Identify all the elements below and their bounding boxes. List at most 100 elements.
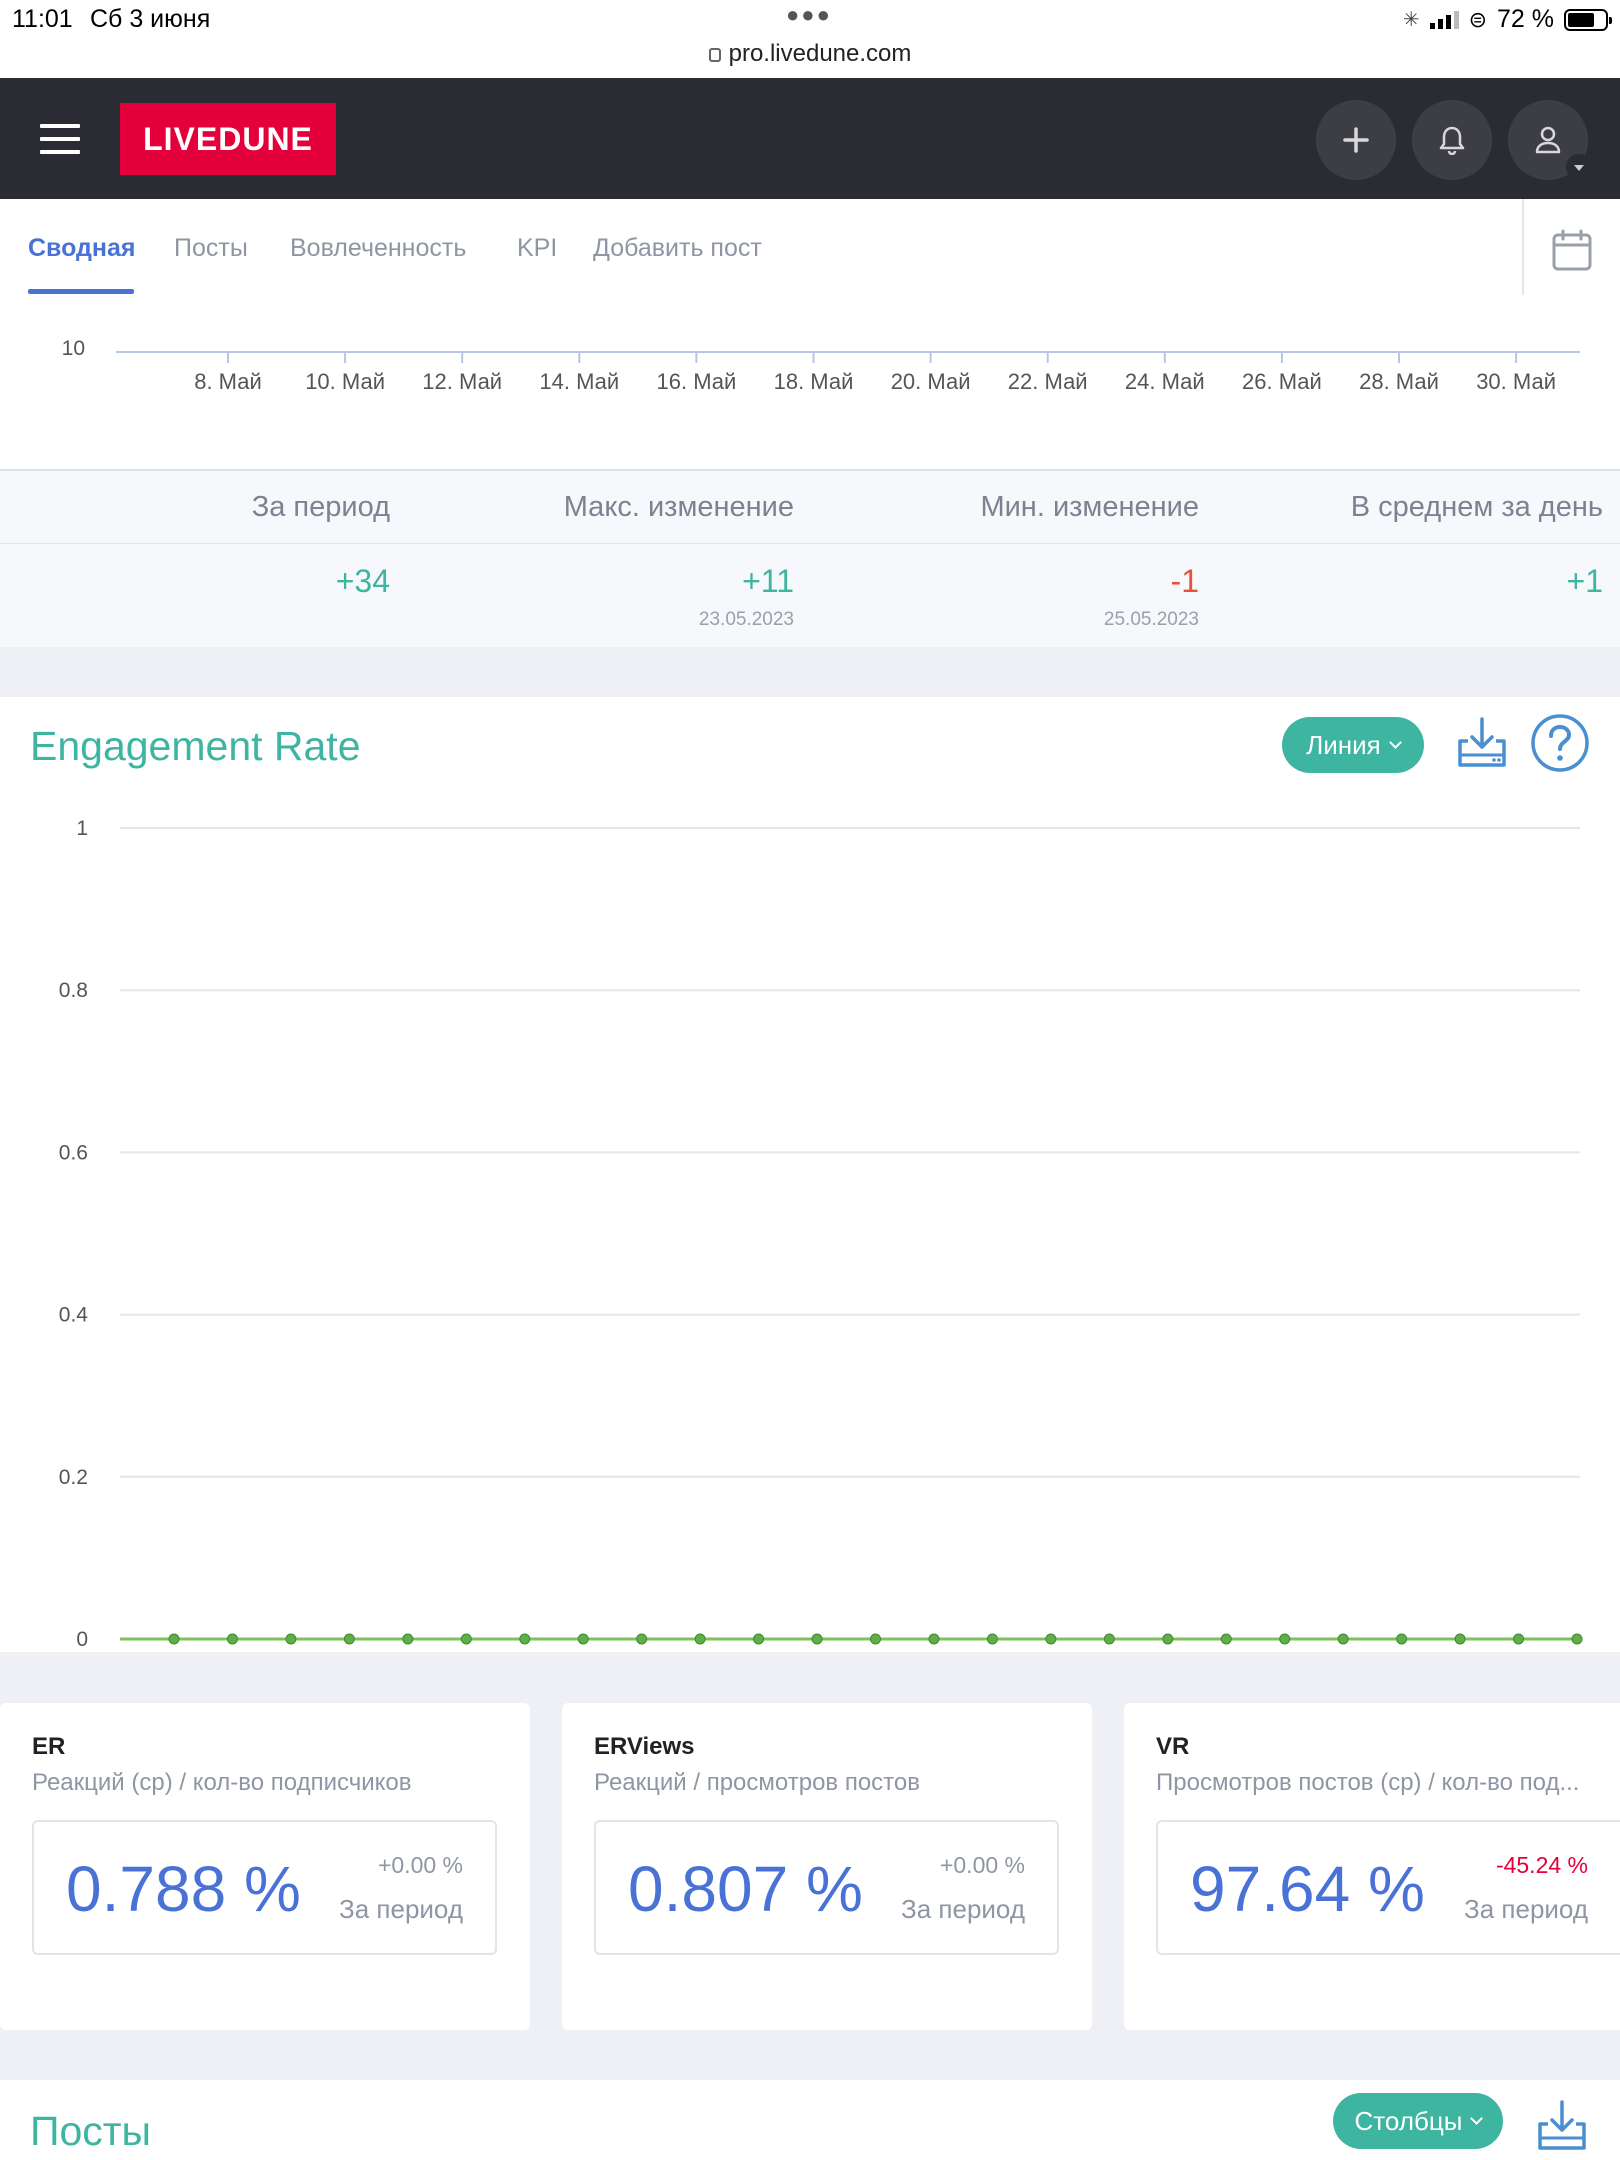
tab-posts[interactable]: Посты [174,234,248,263]
summary-header-max: Макс. изменение [563,491,794,523]
download-icon[interactable] [1454,715,1510,771]
tab-add-post[interactable]: Добавить пост [593,234,762,263]
data-point [636,1633,648,1645]
x-tick-label: 26. Май [1242,369,1322,394]
add-button[interactable] [1316,100,1396,180]
metric-change: +0.00 % [939,1852,1025,1878]
metric-subtitle: Реакций (ср) / кол-во подписчиков [32,1769,412,1796]
lock-icon [708,48,721,62]
chart-type-dropdown[interactable]: Линия [1282,717,1424,773]
summary-value-period: +34 [335,563,390,599]
chevron-down-icon[interactable] [1566,154,1592,180]
status-time: 11:01 [12,5,73,33]
metric-value-box: 0.788 % +0.00 % За период [32,1820,497,1955]
data-point [986,1633,998,1645]
metric-value: 0.788 % [66,1853,301,1925]
battery-icon [1564,8,1612,31]
x-tick-label: 24. Май [1125,369,1205,394]
chevron-down-icon [1470,2111,1484,2125]
metric-card-er: ER Реакций (ср) / кол-во подписчиков 0.7… [0,1703,530,2030]
data-point [1571,1633,1583,1645]
notifications-button[interactable] [1412,100,1492,180]
x-tick-label: 14. Май [539,369,619,394]
data-point [811,1633,823,1645]
app-header: LIVEDUNE [0,78,1620,199]
chart-type-label: Линия [1306,729,1381,760]
metric-title: VR [1156,1733,1190,1760]
metric-title: ERViews [594,1733,695,1760]
metric-change: -45.24 % [1495,1852,1588,1878]
data-point [1045,1633,1057,1645]
y-tick-label: 0.2 [59,1466,88,1489]
data-point [1396,1633,1408,1645]
data-point [928,1633,940,1645]
x-tick-label: 10. Май [305,369,385,394]
summary-table: За период Макс. изменение Мин. изменение… [0,469,1620,647]
data-point [1279,1633,1291,1645]
address-bar[interactable]: pro.livedune.com [0,40,1620,68]
tab-engagement[interactable]: Вовлеченность [290,234,466,263]
metric-card-vr: VR Просмотров постов (ср) / кол-во под..… [1124,1703,1620,2030]
data-point [753,1633,765,1645]
battery-percent: 72 % [1497,5,1554,33]
menu-icon[interactable] [40,124,80,154]
metric-title: ER [32,1733,66,1760]
data-point [1162,1633,1174,1645]
engagement-rate-card: Engagement Rate Линия 10.80.60.40.208. М… [0,697,1620,1652]
posts-section: Посты Столбцы [0,2080,1620,2160]
help-icon[interactable] [1530,713,1590,773]
data-point [226,1633,238,1645]
tab-kpi[interactable]: KPI [517,234,557,263]
data-point [343,1633,355,1645]
posts-title: Посты [30,2108,152,2154]
summary-value-min: -1 [1170,563,1199,599]
data-point [1454,1633,1466,1645]
tabs-bar: Сводная Посты Вовлеченность KPI Добавить… [0,199,1620,297]
summary-divider [0,543,1620,544]
metric-card-erviews: ERViews Реакций / просмотров постов 0.80… [562,1703,1092,2030]
x-tick-label: 30. Май [1476,369,1556,394]
y-tick-label: 1 [76,817,88,840]
chevron-down-icon [1388,735,1402,749]
tab-summary[interactable]: Сводная [28,234,136,263]
data-point [870,1633,881,1645]
summary-date-min: 25.05.2023 [1103,609,1199,630]
metric-value-box: 97.64 % -45.24 % За период [1156,1820,1620,1955]
data-point [402,1633,414,1645]
metric-value: 0.807 % [628,1853,863,1925]
livedune-logo[interactable]: LIVEDUNE [120,103,336,175]
signal-icon [1429,10,1459,29]
metric-value-box: 0.807 % +0.00 % За период [594,1820,1059,1955]
plus-icon [1343,127,1369,153]
summary-date-max: 23.05.2023 [698,609,794,630]
summary-header-min: Мин. изменение [980,491,1199,523]
x-tick-label: 16. Май [657,369,737,394]
multitask-dots-icon[interactable]: ●●● [786,2,832,28]
x-tick-label: 28. Май [1359,369,1439,394]
y-tick-label: 10 [62,337,85,360]
x-tick-label: 20. Май [891,369,971,394]
data-point [1337,1633,1349,1645]
data-point [1220,1633,1232,1645]
metric-period: За период [1464,1894,1588,1924]
summary-header-period: За период [251,491,390,523]
status-right: ✳ ⊜ 72 % [1402,5,1612,34]
followers-chart-svg: 10 8. Май 10. Май 12. Май 14. Май 16. Май 18. … [62,337,1580,394]
link-icon: ⊜ [1468,6,1488,32]
x-tick-label: 8. Май [194,369,262,394]
status-date: Сб 3 июня [90,5,211,33]
posts-chart-type-dropdown[interactable]: Столбцы [1333,2093,1503,2149]
download-icon[interactable] [1534,2098,1590,2160]
metric-change: +0.00 % [377,1852,463,1878]
x-tick-label: 22. Май [1008,369,1088,394]
metric-subtitle: Просмотров постов (ср) / кол-во под... [1156,1769,1580,1796]
tabs-divider [1522,199,1524,295]
loading-icon: ✳ [1402,9,1420,31]
calendar-icon[interactable] [1552,229,1592,271]
metric-period: За период [339,1894,463,1924]
metric-period: За период [901,1894,1025,1924]
data-point [519,1633,531,1645]
x-tick-label: 18. Май [774,369,854,394]
url-text: pro.livedune.com [728,40,912,67]
profile-button[interactable] [1508,100,1592,180]
